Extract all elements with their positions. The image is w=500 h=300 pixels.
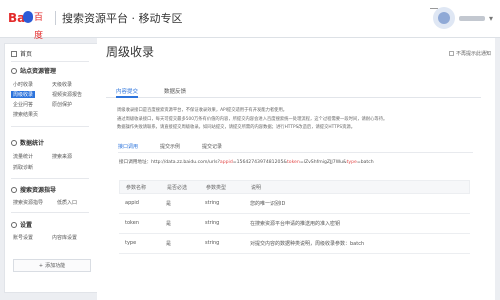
section-title: 站点资源管理 <box>20 68 57 75</box>
description-line: 周级收录接口是百度搜索资源平台，不保证收录效果，API提交适用于有开发能力者使用… <box>117 108 288 113</box>
sidebar-item-original[interactable]: 原创保护 <box>52 101 72 108</box>
section-guide: 搜索资源指导 <box>11 185 56 194</box>
section-title: 搜索资源指导 <box>20 187 57 194</box>
value-token: =lZvShfmigZJJ7Wu& <box>299 160 347 165</box>
api-url-label: 接口调用地址： <box>119 160 152 165</box>
sidebar-item-traffic[interactable]: 流量统计 <box>13 153 33 160</box>
table-row: type 是 string 对提交内容的数据种类说明，周级收录参数：batch <box>119 234 470 254</box>
sidebar-item-serp[interactable]: 搜索结果页 <box>13 111 38 118</box>
table-cell: type <box>125 240 137 246</box>
active-tab-indicator <box>116 96 138 98</box>
sidebar-home-label: 首页 <box>20 51 33 58</box>
paw-icon <box>23 11 33 23</box>
table-cell: string <box>205 200 220 206</box>
table-cell: 是 <box>166 241 172 247</box>
table-cell: 您的唯一识别ID <box>250 201 286 207</box>
table-cell: string <box>205 220 220 226</box>
chevron-down-icon[interactable]: ▾ <box>489 14 493 23</box>
app-title: 搜索资源平台 · 移动专区 <box>62 12 183 25</box>
add-function-label: 添加功能 <box>45 263 66 269</box>
table-cell: token <box>125 220 139 226</box>
table-cell: 是 <box>166 221 172 227</box>
gear-icon <box>11 221 17 228</box>
sidebar-item-daily[interactable]: 天级收录 <box>52 81 72 88</box>
user-menu[interactable]: ▾ <box>432 7 493 29</box>
sidebar-item-enterprise-qa[interactable]: 企业问答 <box>13 101 33 108</box>
value-appid: =1564274397481205& <box>232 160 287 165</box>
sidebar-item-video-report[interactable]: 视频资源报告 <box>52 91 82 98</box>
column-header: 参数名称 <box>126 185 147 191</box>
subtab-submit-record[interactable]: 提交记录 <box>202 143 222 150</box>
section-site-resource: 站点资源管理 <box>11 66 56 75</box>
value-type: =batch <box>356 160 374 165</box>
table-cell: 在搜索资源平台申请的推送用的准入密钥 <box>250 221 341 227</box>
sidebar-item-crawl-diagnosis[interactable]: 抓取诊断 <box>13 164 33 171</box>
sidebar: 首页 站点资源管理 小时收录 天级收录 周级收录 视频资源报告 企业问答 原创保… <box>4 43 98 293</box>
params-table: 参数名称 是否必选 参数类型 说明 appid 是 string 您的唯一识别I… <box>119 180 470 254</box>
table-cell: appid <box>125 200 139 206</box>
api-url: 接口调用地址：http://data.zz.baidu.com/urls?app… <box>119 159 374 165</box>
add-function-button[interactable]: + 添加功能 <box>13 259 91 272</box>
main-panel: 周级收录 不再提示此通知 内容提交 数据反馈 周级收录接口是百度搜索资源平台，不… <box>97 38 495 300</box>
tab-data-feedback[interactable]: 数据反馈 <box>164 87 186 95</box>
home-icon <box>11 50 17 57</box>
avatar[interactable] <box>432 7 455 29</box>
sidebar-divider <box>11 126 89 127</box>
sidebar-item-search-source[interactable]: 搜索来源 <box>52 153 72 160</box>
table-cell: string <box>205 240 220 246</box>
sidebar-item-home[interactable]: 首页 <box>11 49 32 58</box>
section-settings: 设置 <box>11 220 32 229</box>
table-cell: 是 <box>166 201 172 207</box>
description: 周级收录接口是百度搜索资源平台，不保证收录效果，API提交适用于有开发能力者使用… <box>117 107 477 133</box>
guide-icon <box>11 186 17 193</box>
subtab-api-call[interactable]: 接口调用 <box>118 143 138 150</box>
tab-content-submit[interactable]: 内容提交 <box>116 87 138 95</box>
plus-icon: + <box>38 262 44 269</box>
sidebar-divider <box>11 61 89 62</box>
table-header: 参数名称 是否必选 参数类型 说明 <box>119 180 470 194</box>
sidebar-item-content-settings[interactable]: 内容库设置 <box>52 234 77 241</box>
tab-bar: 内容提交 数据反馈 <box>106 83 481 98</box>
column-header: 说明 <box>251 185 262 191</box>
sidebar-item-resource-guide[interactable]: 搜索资源指导 <box>13 199 43 206</box>
sidebar-item-account-settings[interactable]: 账号设置 <box>13 234 33 241</box>
header-divider <box>55 11 56 25</box>
param-type: type <box>346 160 357 165</box>
chart-icon <box>11 139 17 146</box>
section-statistics: 数据统计 <box>11 138 44 147</box>
hide-notice-label: 不再提示此通知 <box>455 51 491 57</box>
sidebar-item-weekly[interactable]: 周级收录 <box>11 91 36 98</box>
sidebar-divider <box>11 212 89 213</box>
api-url-host: http://data.zz.baidu.com/urls? <box>151 160 220 165</box>
subtab-bar: 接口调用 提交示例 提交记录 <box>118 141 473 153</box>
section-title: 设置 <box>20 222 33 229</box>
description-line: 通过周级收录接口，每天可提交最多500万条有价值的内容，所提交内容会进入百度搜索… <box>117 116 388 122</box>
table-cell: 对提交内容的数据种类说明，周级收录参数：batch <box>250 241 365 247</box>
page-title: 周级收录 <box>106 45 155 59</box>
baidu-logo[interactable]: Bai 百度 <box>8 9 46 41</box>
table-row: token 是 string 在搜索资源平台申请的推送用的准入密钥 <box>119 214 470 234</box>
sidebar-divider <box>11 178 89 179</box>
param-appid: appid <box>219 160 233 165</box>
column-header: 是否必选 <box>167 185 188 191</box>
sidebar-item-low-quality[interactable]: 低质入口 <box>57 199 77 206</box>
column-header: 参数类型 <box>206 185 227 191</box>
table-row: appid 是 string 您的唯一识别ID <box>119 194 470 214</box>
checkbox[interactable] <box>448 51 454 56</box>
param-token: token <box>286 160 300 165</box>
logo-text-cn: 百度 <box>34 13 44 41</box>
sidebar-item-hourly[interactable]: 小时收录 <box>13 81 33 88</box>
section-title: 数据统计 <box>20 140 45 147</box>
subtab-submit-example[interactable]: 提交示例 <box>160 143 180 150</box>
site-icon <box>11 67 17 74</box>
user-name-placeholder <box>458 15 485 21</box>
description-line: 数据操作失败请联系，请直接提交周级收录。如同站提交，请提交所需的内容数据；进行H… <box>117 125 355 130</box>
hide-notice-checkbox[interactable]: 不再提示此通知 <box>448 50 491 57</box>
top-bar: Bai 百度 搜索资源平台 · 移动专区 ▾ <box>0 0 500 41</box>
